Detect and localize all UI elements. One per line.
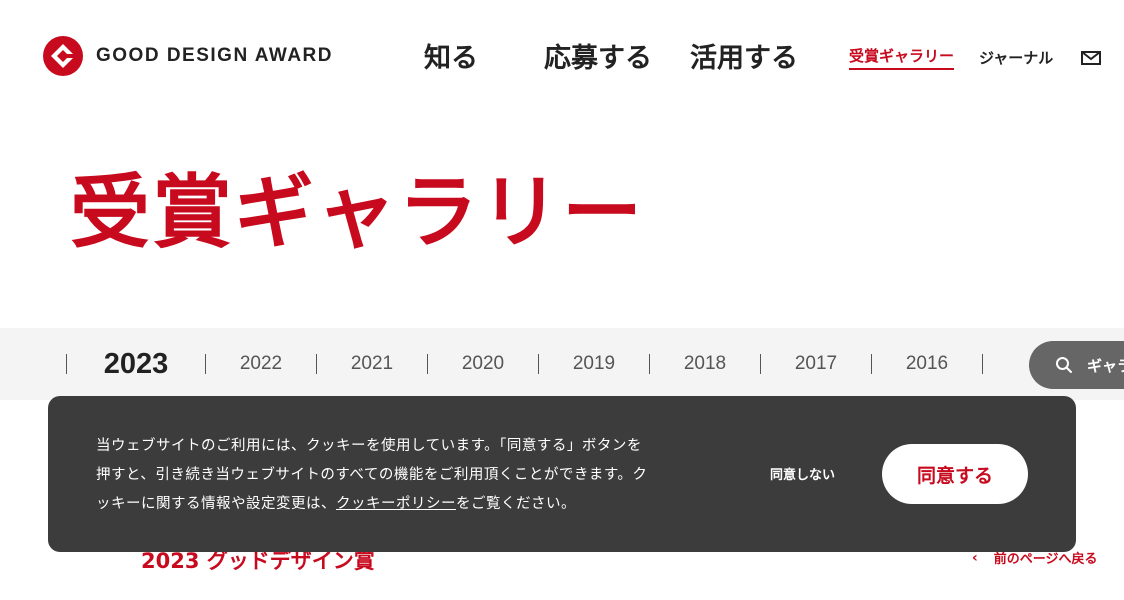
cookie-line-1: 当ウェブサイトのご利用には、クッキーを使用しています。「同意する」ボタンを <box>96 438 642 454</box>
cookie-policy-link[interactable]: クッキーポリシー <box>336 496 456 512</box>
nav-apply[interactable]: 応募する <box>544 36 652 75</box>
cookie-line-3: ッキーに関する情報や設定変更は、クッキーポリシーをご覧ください。 <box>96 490 696 519</box>
sub-nav: 受賞ギャラリー ジャーナル <box>849 45 1102 70</box>
year-tab-2017[interactable]: 2017 <box>761 353 871 375</box>
year-tab-2016[interactable]: 2016 <box>872 353 982 375</box>
search-label: ギャラリ <box>1087 356 1124 375</box>
g-mark-logo-icon <box>43 36 83 76</box>
logo-text: GOOD DESIGN AWARD <box>96 45 333 66</box>
cookie-line-3-pre: ッキーに関する情報や設定変更は、 <box>96 496 336 512</box>
nav-know[interactable]: 知る <box>424 36 478 75</box>
site-logo[interactable]: GOOD DESIGN AWARD <box>42 35 333 77</box>
decline-button[interactable]: 同意しない <box>770 464 835 483</box>
cookie-banner: 当ウェブサイトのご利用には、クッキーを使用しています。「同意する」ボタンを 押す… <box>48 396 1076 552</box>
search-icon <box>1056 357 1072 373</box>
year-tabs: 2023 2022 2021 2020 2019 2018 2017 2016 <box>66 348 983 381</box>
year-tab-2018[interactable]: 2018 <box>650 353 760 375</box>
nav-gallery[interactable]: 受賞ギャラリー <box>849 45 955 70</box>
year-tabs-bar: 2023 2022 2021 2020 2019 2018 2017 2016 … <box>0 328 1124 400</box>
cookie-line-2: 押すと、引き続き当ウェブサイトのすべての機能をご利用頂くことができます。ク <box>96 467 648 483</box>
year-tab-2023[interactable]: 2023 <box>67 348 205 381</box>
main-nav: 知る 応募する 活用する <box>424 36 798 75</box>
year-tab-2019[interactable]: 2019 <box>539 353 649 375</box>
mail-icon[interactable] <box>1081 50 1102 65</box>
cookie-message: 当ウェブサイトのご利用には、クッキーを使用しています。「同意する」ボタンを 押す… <box>96 432 696 519</box>
agree-button[interactable]: 同意する <box>882 444 1028 504</box>
gallery-search-button[interactable]: ギャラリ <box>1029 341 1124 389</box>
page-title: 受賞ギャラリー <box>70 166 644 259</box>
divider <box>982 354 983 374</box>
nav-journal[interactable]: ジャーナル <box>979 47 1053 68</box>
year-tab-2021[interactable]: 2021 <box>317 353 427 375</box>
year-tab-2020[interactable]: 2020 <box>428 353 538 375</box>
nav-use[interactable]: 活用する <box>690 36 798 75</box>
year-tab-2022[interactable]: 2022 <box>206 353 316 375</box>
cookie-line-3-post: をご覧ください。 <box>456 496 576 512</box>
site-header: GOOD DESIGN AWARD 知る 応募する 活用する 受賞ギャラリー ジ… <box>0 0 1124 110</box>
